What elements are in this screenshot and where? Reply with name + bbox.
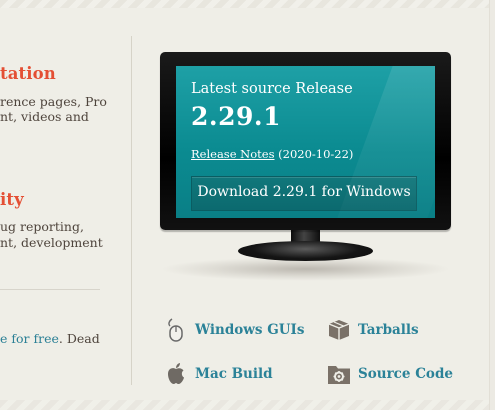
documentation-text-line-2: nt, videos and — [0, 109, 89, 124]
left-column: tation rence pages, Pro nt, videos and i… — [0, 0, 120, 410]
download-windows-button[interactable]: Download 2.29.1 for Windows — [191, 176, 417, 211]
release-monitor: Latest source Release 2.29.1 Release Not… — [160, 52, 451, 281]
free-text-after: . Dead — [58, 331, 100, 346]
left-divider — [0, 289, 100, 290]
folder-gear-icon — [327, 362, 351, 386]
community-text-line-1: ug reporting, — [0, 219, 84, 234]
monitor-screen: Latest source Release 2.29.1 Release Not… — [176, 66, 435, 218]
documentation-text-line-1: rence pages, Pro — [0, 94, 107, 109]
release-notes-line: Release Notes (2020-10-22) — [191, 147, 353, 161]
tarballs-label: Tarballs — [358, 322, 419, 338]
apple-icon — [164, 362, 188, 386]
free-text-line: e for free. Dead — [0, 331, 100, 346]
latest-release-label: Latest source Release — [191, 81, 353, 97]
release-version: 2.29.1 — [191, 102, 281, 131]
documentation-heading: tation — [0, 64, 56, 83]
monitor-stand — [238, 241, 373, 261]
mac-build-label: Mac Build — [195, 366, 273, 382]
source-code-link[interactable]: Source Code — [327, 362, 453, 386]
column-divider — [131, 36, 132, 385]
release-notes-link[interactable]: Release Notes — [191, 147, 274, 161]
mouse-icon — [164, 318, 188, 342]
community-heading: ity — [0, 190, 24, 209]
release-date: (2020-10-22) — [278, 147, 354, 161]
free-link[interactable]: e for free — [0, 331, 59, 346]
box-icon — [327, 318, 351, 342]
tarballs-link[interactable]: Tarballs — [327, 318, 419, 342]
windows-guis-label: Windows GUIs — [195, 322, 305, 338]
community-text-line-2: nt, development — [0, 235, 103, 250]
windows-guis-link[interactable]: Windows GUIs — [164, 318, 304, 342]
monitor-bezel: Latest source Release 2.29.1 Release Not… — [160, 52, 451, 230]
mac-build-link[interactable]: Mac Build — [164, 362, 273, 386]
right-edge — [489, 0, 495, 410]
source-code-label: Source Code — [358, 366, 453, 382]
